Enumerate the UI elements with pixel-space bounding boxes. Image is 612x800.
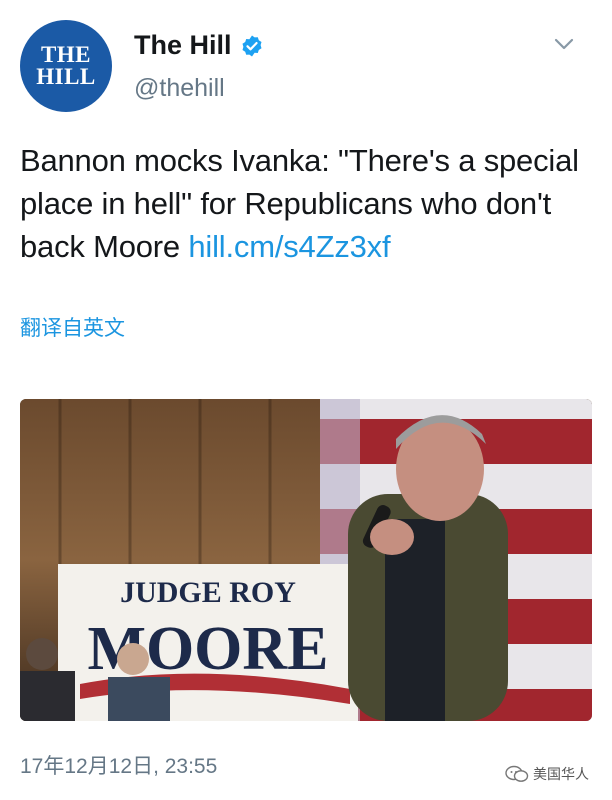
tweet-photo[interactable]: JUDGE ROY MOORE — [20, 399, 592, 721]
translate-link[interactable]: 翻译自英文 — [20, 312, 125, 342]
verified-badge-icon — [242, 35, 262, 56]
chevron-down-icon[interactable] — [552, 34, 576, 54]
timestamp: 17年12月12日, 23:55 — [20, 755, 218, 778]
sign-text-line1: JUDGE ROY — [120, 576, 296, 609]
avatar-text-hill: HILL — [36, 64, 96, 89]
watermark: 美国华人 — [505, 764, 589, 784]
avatar-text-the: THE — [40, 42, 92, 67]
avatar[interactable]: THE HILL — [20, 20, 112, 112]
name-row: The Hill — [134, 30, 264, 61]
tweet-link[interactable]: hill.cm/s4Zz3xf — [188, 229, 390, 264]
watermark-label: 美国华人 — [533, 766, 589, 782]
wechat-watermark-icon — [505, 765, 529, 782]
photo-illustration: JUDGE ROY MOORE — [20, 399, 592, 721]
display-name[interactable]: The Hill — [134, 30, 232, 61]
tweet-text: Bannon mocks Ivanka: "There's a special … — [20, 139, 600, 268]
handle[interactable]: @thehill — [134, 74, 225, 103]
